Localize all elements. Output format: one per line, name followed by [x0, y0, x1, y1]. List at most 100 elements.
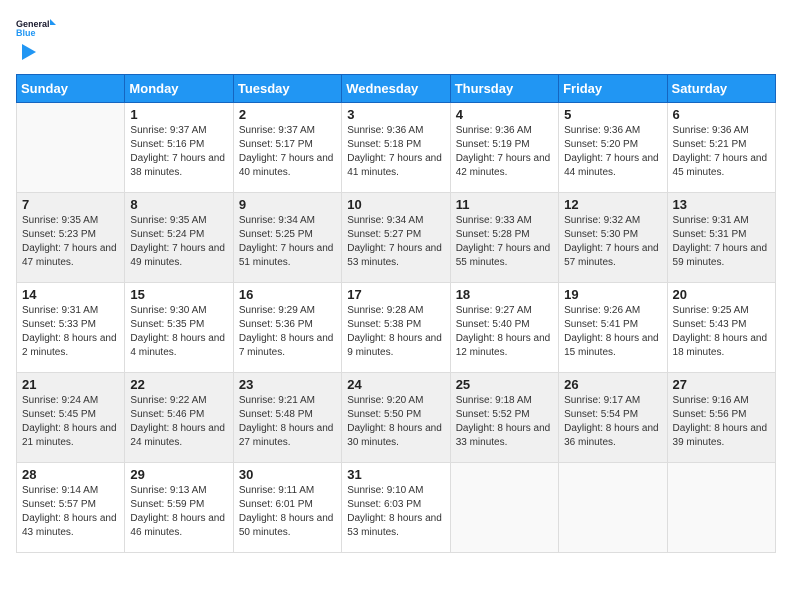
day-number: 23 — [239, 377, 336, 392]
day-number: 6 — [673, 107, 770, 122]
sunset-text: Sunset: 5:52 PM — [456, 408, 553, 422]
day-header-thursday: Thursday — [450, 75, 558, 103]
daylight-text: Daylight: 8 hours and 18 minutes. — [673, 332, 770, 360]
daylight-text: Daylight: 8 hours and 15 minutes. — [564, 332, 661, 360]
sunrise-text: Sunrise: 9:25 AM — [673, 304, 770, 318]
day-number: 26 — [564, 377, 661, 392]
day-number: 16 — [239, 287, 336, 302]
calendar-week-row: 1Sunrise: 9:37 AMSunset: 5:16 PMDaylight… — [17, 103, 776, 193]
cell-info: Sunrise: 9:25 AMSunset: 5:43 PMDaylight:… — [673, 304, 770, 360]
logo: General Blue — [16, 16, 56, 62]
sunrise-text: Sunrise: 9:34 AM — [239, 214, 336, 228]
sunset-text: Sunset: 5:45 PM — [22, 408, 119, 422]
calendar-cell: 8Sunrise: 9:35 AMSunset: 5:24 PMDaylight… — [125, 193, 233, 283]
calendar-cell: 23Sunrise: 9:21 AMSunset: 5:48 PMDayligh… — [233, 373, 341, 463]
calendar-cell: 10Sunrise: 9:34 AMSunset: 5:27 PMDayligh… — [342, 193, 450, 283]
sunrise-text: Sunrise: 9:14 AM — [22, 484, 119, 498]
sunrise-text: Sunrise: 9:11 AM — [239, 484, 336, 498]
daylight-text: Daylight: 8 hours and 53 minutes. — [347, 512, 444, 540]
cell-info: Sunrise: 9:27 AMSunset: 5:40 PMDaylight:… — [456, 304, 553, 360]
sunrise-text: Sunrise: 9:10 AM — [347, 484, 444, 498]
daylight-text: Daylight: 7 hours and 53 minutes. — [347, 242, 444, 270]
day-number: 18 — [456, 287, 553, 302]
cell-info: Sunrise: 9:22 AMSunset: 5:46 PMDaylight:… — [130, 394, 227, 450]
day-number: 28 — [22, 467, 119, 482]
cell-info: Sunrise: 9:17 AMSunset: 5:54 PMDaylight:… — [564, 394, 661, 450]
cell-info: Sunrise: 9:10 AMSunset: 6:03 PMDaylight:… — [347, 484, 444, 540]
sunset-text: Sunset: 5:19 PM — [456, 138, 553, 152]
sunrise-text: Sunrise: 9:37 AM — [130, 124, 227, 138]
sunrise-text: Sunrise: 9:13 AM — [130, 484, 227, 498]
calendar-week-row: 21Sunrise: 9:24 AMSunset: 5:45 PMDayligh… — [17, 373, 776, 463]
cell-info: Sunrise: 9:35 AMSunset: 5:23 PMDaylight:… — [22, 214, 119, 270]
sunset-text: Sunset: 5:27 PM — [347, 228, 444, 242]
sunset-text: Sunset: 5:46 PM — [130, 408, 227, 422]
sunset-text: Sunset: 5:56 PM — [673, 408, 770, 422]
cell-info: Sunrise: 9:29 AMSunset: 5:36 PMDaylight:… — [239, 304, 336, 360]
sunrise-text: Sunrise: 9:29 AM — [239, 304, 336, 318]
sunrise-text: Sunrise: 9:33 AM — [456, 214, 553, 228]
calendar-cell: 4 Sunrise: 9:36 AMSunset: 5:19 PMDaylight… — [450, 103, 558, 193]
calendar-cell: 21Sunrise: 9:24 AMSunset: 5:45 PMDayligh… — [17, 373, 125, 463]
cell-info: Sunrise: 9:36 AMSunset: 5:21 PMDaylight:… — [673, 124, 770, 180]
cell-info: Sunrise: 9:14 AMSunset: 5:57 PMDaylight:… — [22, 484, 119, 540]
sunset-text: Sunset: 5:43 PM — [673, 318, 770, 332]
day-number: 15 — [130, 287, 227, 302]
calendar-cell: 13 Sunrise: 9:31 AMSunset: 5:31 PMDayligh… — [667, 193, 775, 283]
svg-text:Blue: Blue — [16, 28, 36, 38]
sunrise-text: Sunrise: 9:35 AM — [130, 214, 227, 228]
cell-info: Sunrise: 9:30 AMSunset: 5:35 PMDaylight:… — [130, 304, 227, 360]
day-number: 14 — [22, 287, 119, 302]
day-number: 25 — [456, 377, 553, 392]
calendar-header-row: SundayMondayTuesdayWednesdayThursdayFrid… — [17, 75, 776, 103]
calendar-cell: 29Sunrise: 9:13 AMSunset: 5:59 PMDayligh… — [125, 463, 233, 553]
calendar-cell: 15 Sunrise: 9:30 AMSunset: 5:35 PMDayligh… — [125, 283, 233, 373]
sunset-text: Sunset: 5:18 PM — [347, 138, 444, 152]
day-number: 7 — [22, 197, 119, 212]
sunrise-text: Sunrise: 9:36 AM — [456, 124, 553, 138]
sunset-text: Sunset: 5:38 PM — [347, 318, 444, 332]
sunrise-text: Sunrise: 9:28 AM — [347, 304, 444, 318]
day-number: 1 — [130, 107, 227, 122]
daylight-text: Daylight: 8 hours and 21 minutes. — [22, 422, 119, 450]
cell-info: Sunrise: 9:26 AMSunset: 5:41 PMDaylight:… — [564, 304, 661, 360]
cell-info: Sunrise: 9:36 AMSunset: 5:18 PMDaylight:… — [347, 124, 444, 180]
sunrise-text: Sunrise: 9:31 AM — [22, 304, 119, 318]
sunrise-text: Sunrise: 9:26 AM — [564, 304, 661, 318]
daylight-text: Daylight: 8 hours and 36 minutes. — [564, 422, 661, 450]
daylight-text: Daylight: 8 hours and 4 minutes. — [130, 332, 227, 360]
cell-info: Sunrise: 9:34 AMSunset: 5:27 PMDaylight:… — [347, 214, 444, 270]
calendar-cell: 20Sunrise: 9:25 AMSunset: 5:43 PMDayligh… — [667, 283, 775, 373]
cell-info: Sunrise: 9:31 AMSunset: 5:31 PMDaylight:… — [673, 214, 770, 270]
day-number: 24 — [347, 377, 444, 392]
cell-info: Sunrise: 9:36 AMSunset: 5:19 PMDaylight:… — [456, 124, 553, 180]
cell-info: Sunrise: 9:20 AMSunset: 5:50 PMDaylight:… — [347, 394, 444, 450]
daylight-text: Daylight: 7 hours and 45 minutes. — [673, 152, 770, 180]
calendar-cell: 31Sunrise: 9:10 AMSunset: 6:03 PMDayligh… — [342, 463, 450, 553]
calendar-cell — [667, 463, 775, 553]
sunset-text: Sunset: 5:20 PM — [564, 138, 661, 152]
day-number: 11 — [456, 197, 553, 212]
sunset-text: Sunset: 5:28 PM — [456, 228, 553, 242]
cell-info: Sunrise: 9:37 AMSunset: 5:16 PMDaylight:… — [130, 124, 227, 180]
sunset-text: Sunset: 5:23 PM — [22, 228, 119, 242]
cell-info: Sunrise: 9:18 AMSunset: 5:52 PMDaylight:… — [456, 394, 553, 450]
sunrise-text: Sunrise: 9:32 AM — [564, 214, 661, 228]
day-number: 13 — [673, 197, 770, 212]
cell-info: Sunrise: 9:16 AMSunset: 5:56 PMDaylight:… — [673, 394, 770, 450]
day-header-saturday: Saturday — [667, 75, 775, 103]
day-number: 30 — [239, 467, 336, 482]
calendar-week-row: 14Sunrise: 9:31 AMSunset: 5:33 PMDayligh… — [17, 283, 776, 373]
daylight-text: Daylight: 8 hours and 2 minutes. — [22, 332, 119, 360]
daylight-text: Daylight: 8 hours and 33 minutes. — [456, 422, 553, 450]
svg-text:General: General — [16, 19, 50, 29]
calendar-cell: 24 Sunrise: 9:20 AMSunset: 5:50 PMDayligh… — [342, 373, 450, 463]
day-number: 4 — [456, 107, 553, 122]
calendar-cell: 28 Sunrise: 9:14 AMSunset: 5:57 PMDayligh… — [17, 463, 125, 553]
cell-info: Sunrise: 9:36 AMSunset: 5:20 PMDaylight:… — [564, 124, 661, 180]
logo-icon: General Blue — [16, 16, 56, 40]
sunset-text: Sunset: 5:16 PM — [130, 138, 227, 152]
day-header-monday: Monday — [125, 75, 233, 103]
day-header-wednesday: Wednesday — [342, 75, 450, 103]
daylight-text: Daylight: 7 hours and 59 minutes. — [673, 242, 770, 270]
